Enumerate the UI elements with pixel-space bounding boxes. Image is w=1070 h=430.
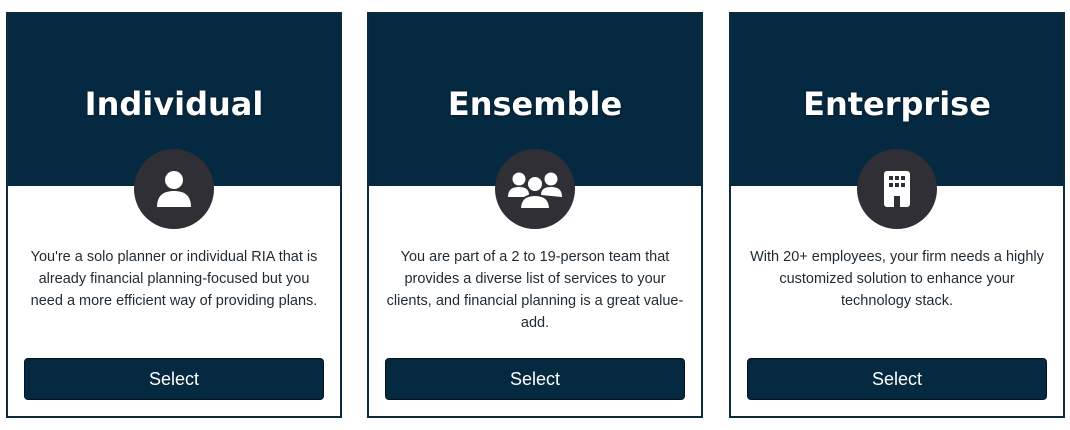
card-title: Ensemble [447,85,623,123]
select-button-enterprise[interactable]: Select [747,358,1047,400]
select-button-ensemble[interactable]: Select [385,358,685,400]
card-description: You're a solo planner or individual RIA … [30,249,318,309]
card-description: With 20+ employees, your firm needs a hi… [750,249,1044,309]
select-button-individual[interactable]: Select [24,358,324,400]
card-description: You are part of a 2 to 19-person team th… [386,249,684,331]
card-title: Individual [84,85,264,123]
plan-card-enterprise: Enterprise With 20+ employees, your firm… [729,12,1065,418]
card-title: Enterprise [803,85,991,123]
plan-card-individual: Individual You're a solo planner or indi… [6,12,342,418]
building-icon [857,149,937,229]
plan-card-ensemble: Ensemble You are part of a 2 to 19-perso… [367,12,703,418]
group-icon [495,149,575,229]
person-icon [134,149,214,229]
